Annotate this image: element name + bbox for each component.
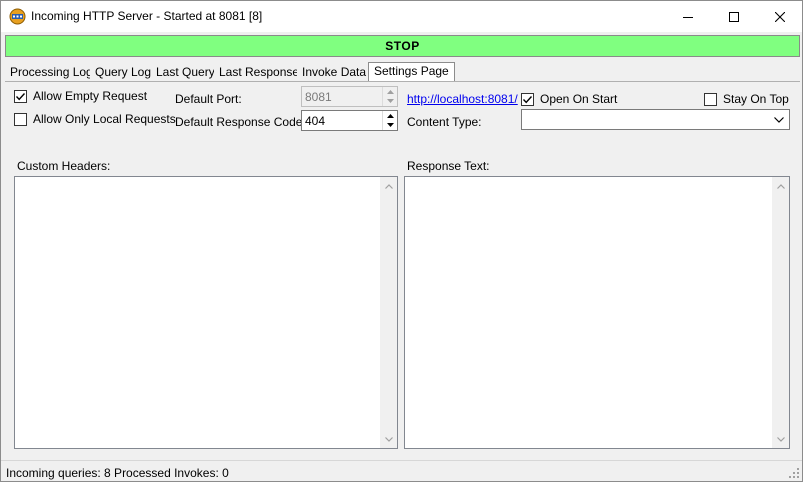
content-type-dropdown[interactable] <box>521 109 790 130</box>
spin-down-icon[interactable] <box>383 120 397 129</box>
vertical-scrollbar[interactable] <box>380 177 397 448</box>
allow-empty-request-checkbox[interactable]: Allow Empty Request <box>14 89 147 103</box>
scroll-up-icon[interactable] <box>772 179 789 193</box>
window-title: Incoming HTTP Server - Started at 8081 [… <box>31 9 263 23</box>
scroll-up-icon[interactable] <box>380 179 397 193</box>
spin-up-icon[interactable] <box>383 87 397 96</box>
default-port-spinner[interactable]: 8081 <box>301 86 398 107</box>
checkbox-label: Allow Only Local Requests <box>33 112 176 126</box>
allow-only-local-requests-checkbox[interactable]: Allow Only Local Requests <box>14 112 176 126</box>
custom-headers-label: Custom Headers: <box>17 159 111 173</box>
checkbox-label: Allow Empty Request <box>33 89 148 103</box>
spinner-arrows[interactable] <box>382 87 397 106</box>
vertical-scrollbar[interactable] <box>772 177 789 448</box>
default-response-code-label: Default Response Code: <box>175 115 306 129</box>
tab-last-query[interactable]: Last Query <box>151 64 220 82</box>
minimize-icon <box>683 16 693 18</box>
checkmark-icon <box>522 95 533 103</box>
response-text-label: Response Text: <box>407 159 490 173</box>
tab-last-response[interactable]: Last Response <box>214 64 305 82</box>
tab-settings-page[interactable]: Settings Page <box>368 62 455 82</box>
default-response-code-value: 404 <box>305 114 326 128</box>
tab-processing-log[interactable]: Processing Log <box>5 64 98 82</box>
scroll-down-icon[interactable] <box>772 432 789 446</box>
checkbox-box[interactable] <box>704 92 717 106</box>
checkbox-box[interactable] <box>14 89 27 103</box>
maximize-button[interactable] <box>711 1 757 32</box>
status-bar: Incoming queries: 8 Processed Invokes: 0 <box>1 460 802 481</box>
maximize-icon <box>729 11 739 22</box>
checkbox-label: Stay On Top <box>723 92 789 106</box>
close-button[interactable] <box>757 1 803 32</box>
default-port-label: Default Port: <box>175 92 242 106</box>
spin-down-icon[interactable] <box>383 96 397 105</box>
open-on-start-checkbox[interactable]: Open On Start <box>521 92 617 106</box>
default-port-value: 8081 <box>305 90 332 104</box>
checkbox-label: Open On Start <box>540 92 618 106</box>
spinner-arrows[interactable] <box>382 111 397 130</box>
title-bar[interactable]: Incoming HTTP Server - Started at 8081 [… <box>1 1 802 32</box>
scroll-down-icon[interactable] <box>380 432 397 446</box>
default-response-code-spinner[interactable]: 404 <box>301 110 398 131</box>
response-text-textarea[interactable] <box>404 176 790 449</box>
stop-button[interactable]: STOP <box>5 35 800 57</box>
localhost-url-link[interactable]: http://localhost:8081/ <box>407 92 518 106</box>
status-text: Incoming queries: 8 Processed Invokes: 0 <box>6 466 229 480</box>
server-app-icon <box>9 8 26 25</box>
checkmark-icon <box>15 92 26 100</box>
minimize-button[interactable] <box>665 1 711 32</box>
content-type-label: Content Type: <box>407 115 482 129</box>
stay-on-top-checkbox[interactable]: Stay On Top <box>704 92 789 106</box>
close-icon <box>775 11 785 22</box>
checkbox-box[interactable] <box>521 92 534 106</box>
custom-headers-textarea[interactable] <box>14 176 398 449</box>
tab-invoke-data[interactable]: Invoke Data <box>297 64 372 82</box>
app-window: Incoming HTTP Server - Started at 8081 [… <box>0 0 803 482</box>
spin-up-icon[interactable] <box>383 111 397 120</box>
size-grip-icon[interactable] <box>788 467 800 479</box>
tab-query-log[interactable]: Query Log <box>90 64 157 82</box>
tab-divider <box>5 81 800 82</box>
checkbox-box[interactable] <box>14 112 27 126</box>
chevron-down-icon[interactable] <box>771 111 787 128</box>
